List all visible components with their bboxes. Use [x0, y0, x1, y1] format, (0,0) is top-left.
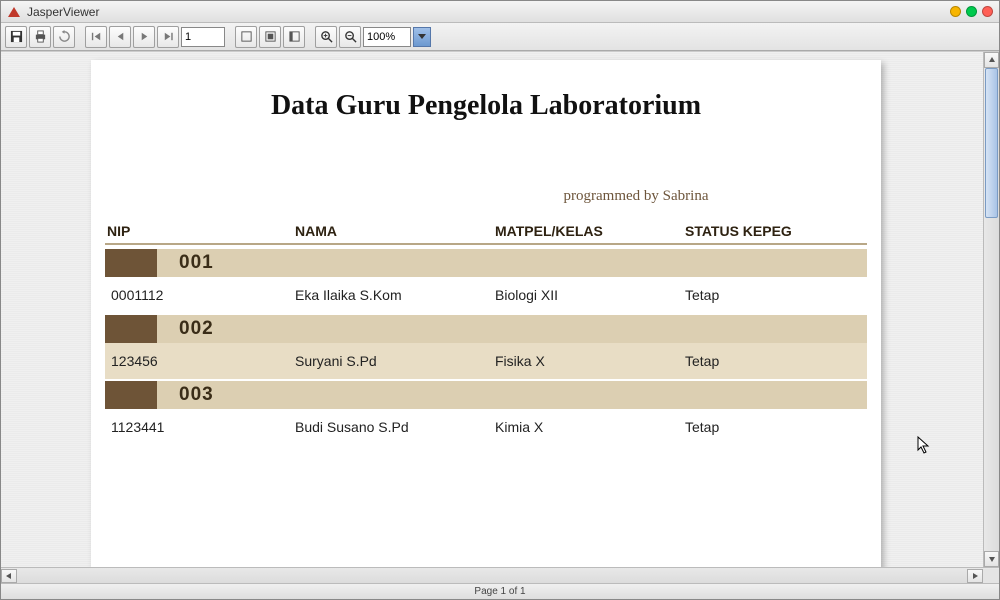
report-page: Data Guru Pengelola Laboratorium program… [91, 60, 881, 567]
zoom-dropdown[interactable] [413, 27, 431, 47]
next-page-button[interactable] [133, 26, 155, 48]
first-page-button[interactable] [85, 26, 107, 48]
group-number: 003 [179, 384, 214, 406]
cell-status: Tetap [685, 419, 867, 435]
scroll-up-button[interactable] [984, 52, 999, 68]
report-title: Data Guru Pengelola Laboratorium [105, 90, 867, 122]
scroll-left-button[interactable] [1, 569, 17, 583]
reload-button[interactable] [53, 26, 75, 48]
page-indicator: Page 1 of 1 [474, 586, 525, 597]
scroll-corner [983, 569, 999, 583]
zoom-in-button[interactable] [315, 26, 337, 48]
group-header: 003 [105, 381, 867, 409]
prev-page-button[interactable] [109, 26, 131, 48]
last-page-button[interactable] [157, 26, 179, 48]
scroll-down-button[interactable] [984, 551, 999, 567]
zoom-out-button[interactable] [339, 26, 361, 48]
hscroll-track[interactable] [17, 569, 967, 583]
table-row: 0001112Eka Ilaika S.KomBiologi XIITetap [105, 277, 867, 313]
app-icon [7, 5, 21, 19]
minimize-button[interactable] [950, 6, 961, 17]
close-button[interactable] [982, 6, 993, 17]
group-color-block [105, 381, 157, 409]
cell-nama: Eka Ilaika S.Kom [295, 287, 495, 303]
report-viewport[interactable]: Data Guru Pengelola Laboratorium program… [1, 51, 999, 567]
cell-nama: Suryani S.Pd [295, 353, 495, 369]
col-nip: NIP [105, 223, 295, 239]
toolbar [1, 23, 999, 51]
cell-status: Tetap [685, 353, 867, 369]
print-button[interactable] [29, 26, 51, 48]
col-nama: NAMA [295, 223, 495, 239]
group-color-block [105, 249, 157, 277]
status-bar: Page 1 of 1 [1, 583, 999, 599]
cell-nip: 0001112 [105, 287, 295, 303]
col-matpel: MATPEL/KELAS [495, 223, 685, 239]
horizontal-scrollbar[interactable] [1, 567, 999, 583]
group-header: 001 [105, 249, 867, 277]
group-number: 001 [179, 252, 214, 274]
col-status: STATUS KEPEG [685, 223, 867, 239]
vscroll-track[interactable] [984, 68, 999, 551]
maximize-button[interactable] [966, 6, 977, 17]
cell-nama: Budi Susano S.Pd [295, 419, 495, 435]
group-header: 002 [105, 315, 867, 343]
cell-matpel: Fisika X [495, 353, 685, 369]
title-bar[interactable]: JasperViewer [1, 1, 999, 23]
app-window: JasperViewer Data Guru Pengelola Laborat… [0, 0, 1000, 600]
cell-matpel: Biologi XII [495, 287, 685, 303]
vscroll-thumb[interactable] [985, 68, 998, 218]
group-number: 002 [179, 318, 214, 340]
column-headers: NIP NAMA MATPEL/KELAS STATUS KEPEG [105, 223, 867, 245]
mouse-cursor [917, 436, 931, 456]
table-row: 1123441Budi Susano S.PdKimia XTetap [105, 409, 867, 445]
table-row: 123456Suryani S.PdFisika XTetap [105, 343, 867, 379]
cell-status: Tetap [685, 287, 867, 303]
fit-width-button[interactable] [283, 26, 305, 48]
fit-page-button[interactable] [259, 26, 281, 48]
page-number-input[interactable] [181, 27, 225, 47]
cell-nip: 1123441 [105, 419, 295, 435]
vertical-scrollbar[interactable] [983, 52, 999, 567]
zoom-level-input[interactable] [363, 27, 411, 47]
group-color-block [105, 315, 157, 343]
save-button[interactable] [5, 26, 27, 48]
cell-nip: 123456 [105, 353, 295, 369]
scroll-right-button[interactable] [967, 569, 983, 583]
actual-size-button[interactable] [235, 26, 257, 48]
window-title: JasperViewer [27, 5, 99, 19]
report-credit: programmed by Sabrina [405, 188, 867, 205]
cell-matpel: Kimia X [495, 419, 685, 435]
